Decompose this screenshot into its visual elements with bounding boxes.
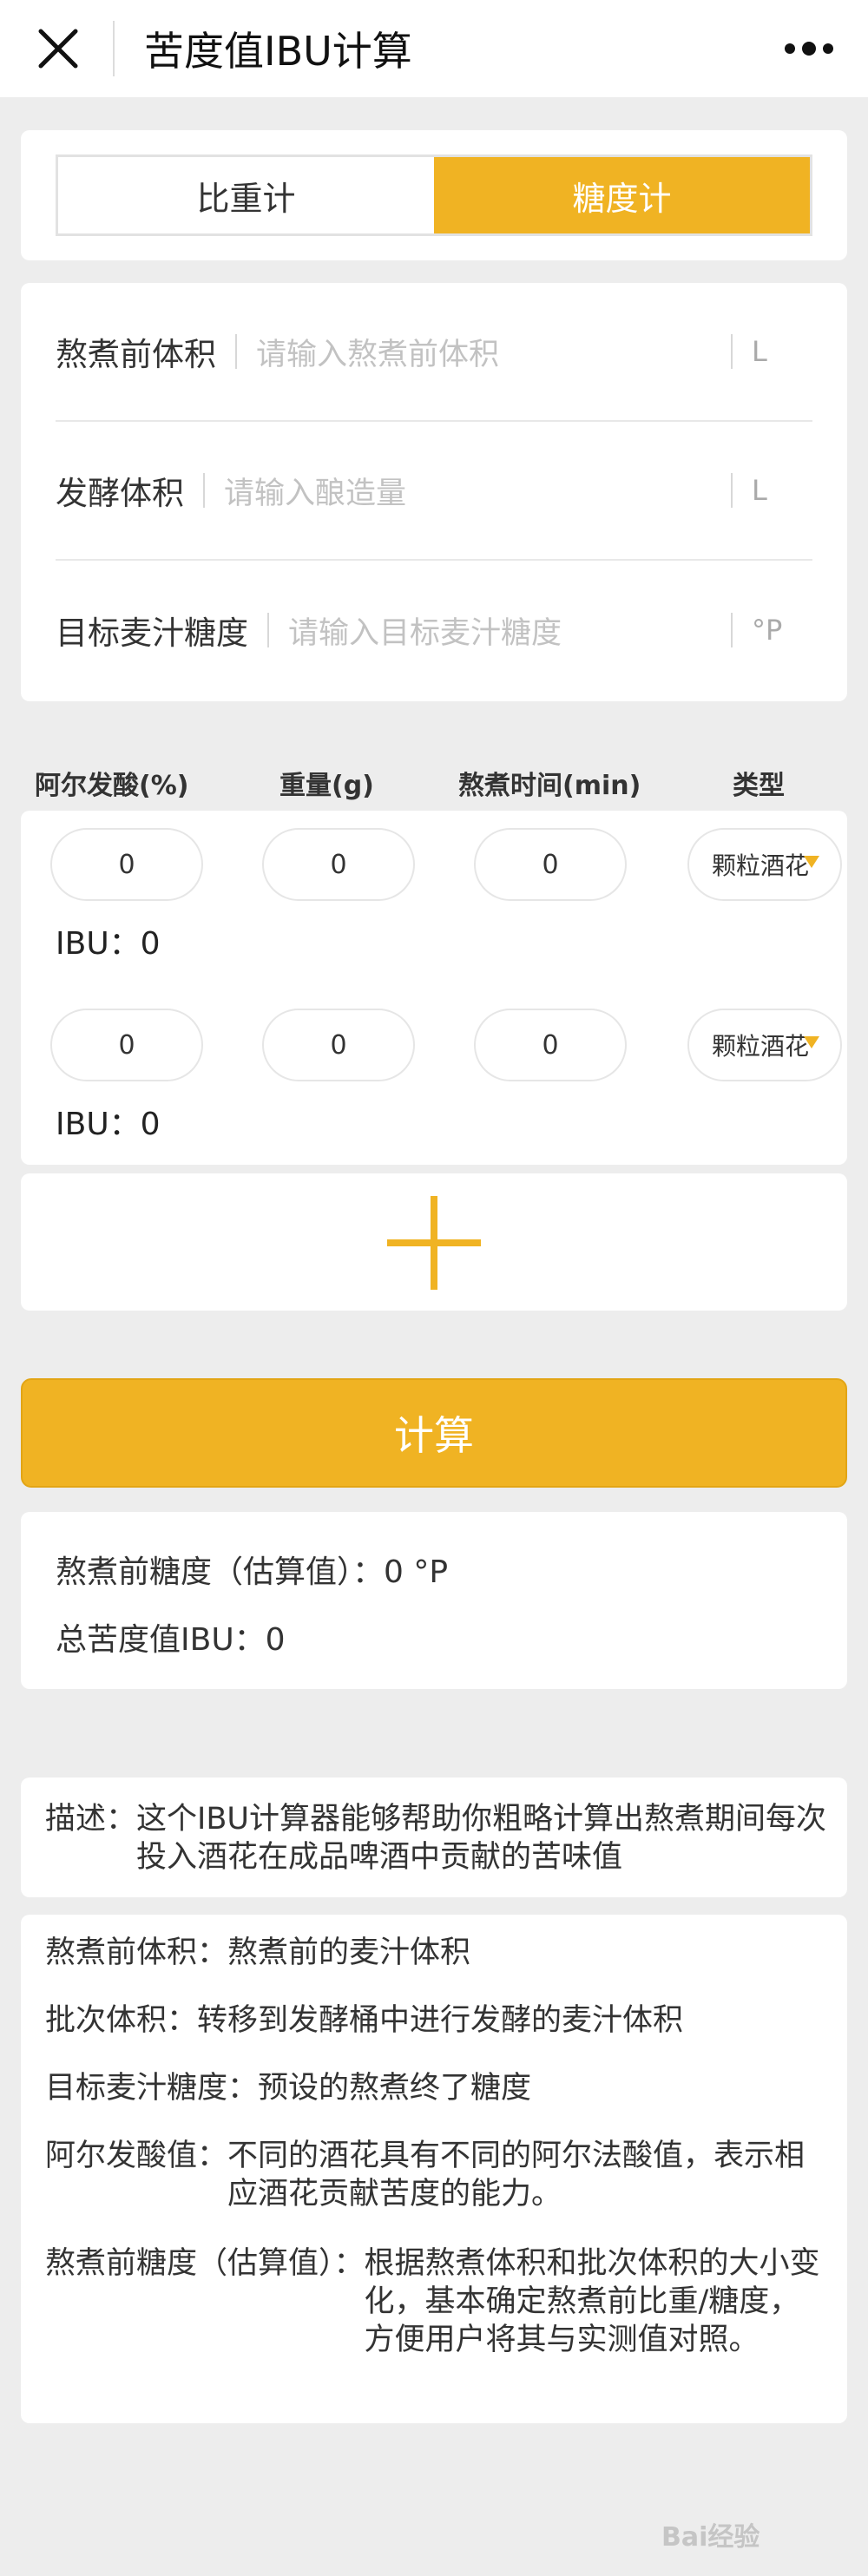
- glossary-text: 根据熬煮体积和批次体积的大小变化，基本确定熬煮前比重/糖度，方便用户将其与实测值…: [364, 2246, 820, 2357]
- pre-boil-plato-value: 0 °P: [384, 1554, 449, 1590]
- header-type: 类型: [733, 771, 785, 801]
- header-weight: 重量(g): [279, 771, 374, 801]
- pre-boil-plato-label: 熬煮前糖度（估算值）：: [56, 1554, 385, 1590]
- more-dots-icon: [785, 42, 833, 56]
- total-ibu-value: 0: [265, 1622, 286, 1658]
- hops-card: 0 0 0 颗粒酒花 IBU：0 0 0 0 颗粒酒花 IBU：0: [21, 811, 847, 1165]
- field-divider: [235, 334, 237, 369]
- hop-ibu-value: 0: [140, 926, 161, 962]
- close-button[interactable]: [19, 5, 97, 92]
- glossary-card: 熬煮前体积： 熬煮前的麦汁体积 批次体积： 转移到发酵桶中进行发酵的麦汁体积 目…: [21, 1915, 847, 2423]
- target-plato-unit: °P: [752, 614, 783, 647]
- glossary-term: 熬煮前体积：: [45, 1935, 228, 1970]
- close-icon: [38, 29, 78, 69]
- fermentation-volume-input[interactable]: 请输入酿造量: [224, 469, 712, 513]
- glossary-item: 阿尔发酸值： 不同的酒花具有不同的阿尔法酸值，表示相应酒花贡献苦度的能力。: [45, 2137, 826, 2213]
- glossary-item: 熬煮前体积： 熬煮前的麦汁体积: [45, 1934, 826, 1972]
- navbar: 苦度值IBU计算: [0, 0, 868, 97]
- header-boil-time: 熬煮时间(min): [458, 771, 641, 801]
- hop-table-header: 阿尔发酸(%) 重量(g) 熬煮时间(min) 类型: [0, 764, 868, 807]
- caret-down-icon: [804, 1036, 819, 1048]
- field-divider: [731, 613, 733, 647]
- fermentation-volume-unit: L: [752, 474, 767, 507]
- mode-toggle: 比重计 糖度计: [56, 154, 812, 236]
- pre-boil-volume-label: 熬煮前体积: [56, 336, 216, 373]
- hop-ibu-label: IBU：: [56, 1107, 141, 1142]
- target-plato-input[interactable]: 请输入目标麦汁糖度: [288, 608, 712, 653]
- caret-down-icon: [804, 856, 819, 868]
- hop-type-select[interactable]: 颗粒酒花: [687, 828, 842, 901]
- pre-boil-volume-unit: L: [752, 335, 767, 368]
- tab-plato[interactable]: 糖度计: [434, 157, 810, 233]
- field-divider: [267, 613, 269, 647]
- hop-ibu: IBU：0: [56, 1099, 161, 1144]
- baidu-watermark: Bai经验: [661, 2522, 760, 2553]
- glossary-item: 目标麦汁糖度： 预设的熬煮终了糖度: [45, 2069, 826, 2107]
- description-label: 描述：: [45, 1802, 137, 1837]
- hop-time-input[interactable]: 0: [474, 828, 627, 901]
- field-divider: [731, 334, 733, 369]
- hop-type-value: 颗粒酒花: [712, 1032, 810, 1061]
- total-ibu-label: 总苦度值IBU：: [56, 1622, 266, 1658]
- hop-ibu-value: 0: [140, 1107, 161, 1142]
- pre-boil-volume-row: 熬煮前体积 请输入熬煮前体积 L: [56, 283, 812, 422]
- plus-icon: [387, 1196, 481, 1290]
- pre-boil-plato-result: 熬煮前糖度（估算值）：0 °P: [56, 1547, 448, 1592]
- header-alpha-acid: 阿尔发酸(%): [35, 771, 189, 801]
- nav-divider: [113, 21, 115, 76]
- total-ibu-result: 总苦度值IBU：0: [56, 1614, 286, 1659]
- glossary-text: 预设的熬煮终了糖度: [258, 2071, 532, 2106]
- fermentation-volume-row: 发酵体积 请输入酿造量 L: [56, 422, 812, 561]
- glossary-text: 不同的酒花具有不同的阿尔法酸值，表示相应酒花贡献苦度的能力。: [227, 2139, 806, 2211]
- hop-alpha-input[interactable]: 0: [50, 828, 203, 901]
- description-card: 描述： 这个IBU计算器能够帮助你粗略计算出熬煮期间每次投入酒花在成品啤酒中贡献…: [21, 1778, 847, 1897]
- mode-toggle-card: 比重计 糖度计: [21, 130, 847, 260]
- description: 描述： 这个IBU计算器能够帮助你粗略计算出熬煮期间每次投入酒花在成品啤酒中贡献…: [45, 1800, 826, 1876]
- hop-ibu: IBU：0: [56, 918, 161, 963]
- field-divider: [731, 473, 733, 508]
- glossary-term: 目标麦汁糖度：: [45, 2071, 259, 2106]
- description-text: 这个IBU计算器能够帮助你粗略计算出熬煮期间每次投入酒花在成品啤酒中贡献的苦味值: [136, 1802, 826, 1875]
- page-title: 苦度值IBU计算: [144, 28, 412, 75]
- fermentation-volume-label: 发酵体积: [56, 475, 184, 512]
- results-card: 熬煮前糖度（估算值）：0 °P 总苦度值IBU：0: [21, 1512, 847, 1689]
- glossary-item: 熬煮前糖度（估算值）： 根据熬煮体积和批次体积的大小变化，基本确定熬煮前比重/糖…: [45, 2244, 826, 2359]
- glossary-text: 熬煮前的麦汁体积: [227, 1935, 471, 1970]
- more-button[interactable]: [774, 19, 844, 78]
- hop-weight-input[interactable]: 0: [262, 1009, 415, 1081]
- glossary-term: 熬煮前糖度（估算值）：: [45, 2246, 365, 2281]
- glossary-term: 阿尔发酸值：: [45, 2139, 228, 2173]
- target-plato-label: 目标麦汁糖度: [56, 614, 248, 652]
- pre-boil-volume-input[interactable]: 请输入熬煮前体积: [256, 330, 712, 374]
- hop-alpha-input[interactable]: 0: [50, 1009, 203, 1081]
- glossary-text: 转移到发酵桶中进行发酵的麦汁体积: [197, 2003, 684, 2038]
- hop-ibu-label: IBU：: [56, 926, 141, 962]
- hop-time-input[interactable]: 0: [474, 1009, 627, 1081]
- glossary-item: 批次体积： 转移到发酵桶中进行发酵的麦汁体积: [45, 2001, 826, 2040]
- tab-specific-gravity[interactable]: 比重计: [58, 157, 434, 233]
- hop-weight-input[interactable]: 0: [262, 828, 415, 901]
- target-plato-row: 目标麦汁糖度 请输入目标麦汁糖度 °P: [56, 561, 812, 700]
- inputs-card: 熬煮前体积 请输入熬煮前体积 L 发酵体积 请输入酿造量 L 目标麦汁糖度 请输…: [21, 283, 847, 701]
- glossary-term: 批次体积：: [45, 2003, 198, 2038]
- calculate-button[interactable]: 计算: [21, 1378, 847, 1488]
- hop-type-value: 颗粒酒花: [712, 851, 810, 880]
- add-hop-button[interactable]: [21, 1173, 847, 1311]
- hop-type-select[interactable]: 颗粒酒花: [687, 1009, 842, 1081]
- field-divider: [203, 473, 205, 508]
